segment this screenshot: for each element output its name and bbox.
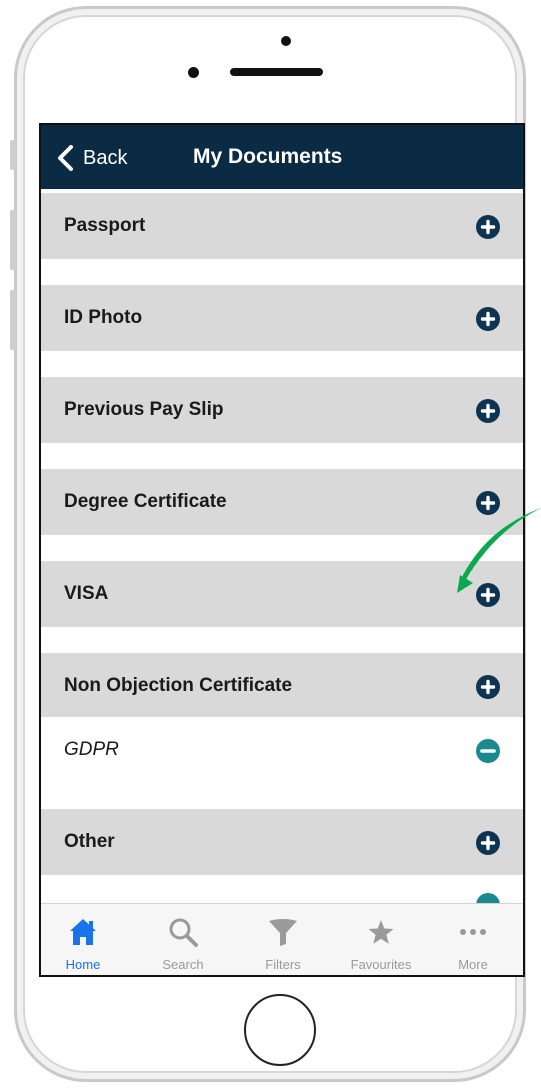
document-label: Degree Certificate <box>64 491 227 512</box>
mute-switch <box>10 140 16 170</box>
navigation-bar: Back My Documents <box>41 125 523 189</box>
tab-bar: Home Search Filters Favourites More <box>41 903 523 975</box>
document-row[interactable]: ID Photo <box>41 285 523 351</box>
more-dots-icon <box>460 929 486 935</box>
tab-label: Favourites <box>350 957 412 972</box>
document-label: GDPR <box>64 739 119 760</box>
home-icon <box>70 919 96 945</box>
document-label: ID Photo <box>64 307 143 328</box>
tab-label: More <box>458 957 488 972</box>
search-icon <box>169 918 198 947</box>
earpiece-speaker <box>230 68 323 76</box>
document-row[interactable]: Passport <box>41 193 523 259</box>
tab-label: Home <box>65 957 101 972</box>
tab-favourites[interactable]: Favourites <box>341 904 421 975</box>
app-screen: Back My Documents Passport ID Photo Prev… <box>39 123 525 977</box>
sensor-dot <box>281 36 291 46</box>
document-row[interactable]: VISA <box>41 561 523 627</box>
plus-circle-icon[interactable] <box>476 675 500 699</box>
home-button[interactable] <box>244 994 316 1066</box>
tab-more[interactable]: More <box>433 904 513 975</box>
back-label: Back <box>83 146 128 169</box>
document-label: Passport <box>64 215 146 236</box>
plus-circle-icon[interactable] <box>476 831 500 855</box>
plus-circle-icon[interactable] <box>476 491 500 515</box>
volume-up-button <box>10 210 16 270</box>
volume-down-button <box>10 290 16 350</box>
document-row[interactable]: Non Objection Certificate <box>41 653 523 719</box>
document-row[interactable]: Degree Certificate <box>41 469 523 535</box>
document-row[interactable]: Other <box>41 809 523 875</box>
tab-label: Filters <box>265 957 301 972</box>
tab-search[interactable]: Search <box>143 904 223 975</box>
chevron-left-icon <box>58 145 73 171</box>
document-label: VISA <box>64 583 109 604</box>
funnel-icon <box>269 919 297 946</box>
star-icon <box>368 920 394 944</box>
document-label: Other <box>64 831 115 852</box>
front-camera <box>188 67 199 78</box>
tab-filters[interactable]: Filters <box>243 904 323 975</box>
tab-label: Search <box>162 957 204 972</box>
sub-document-row[interactable]: GDPR <box>41 717 523 783</box>
page-title: My Documents <box>193 145 343 168</box>
document-row[interactable]: Previous Pay Slip <box>41 377 523 443</box>
minus-circle-icon[interactable] <box>476 739 500 763</box>
plus-circle-icon[interactable] <box>476 399 500 423</box>
plus-circle-icon[interactable] <box>476 215 500 239</box>
document-label: Previous Pay Slip <box>64 399 224 420</box>
plus-circle-icon[interactable] <box>476 307 500 331</box>
tab-home[interactable]: Home <box>43 904 123 975</box>
document-label: Non Objection Certificate <box>64 675 293 696</box>
back-button[interactable]: Back <box>55 143 127 173</box>
plus-circle-icon[interactable] <box>476 583 500 607</box>
